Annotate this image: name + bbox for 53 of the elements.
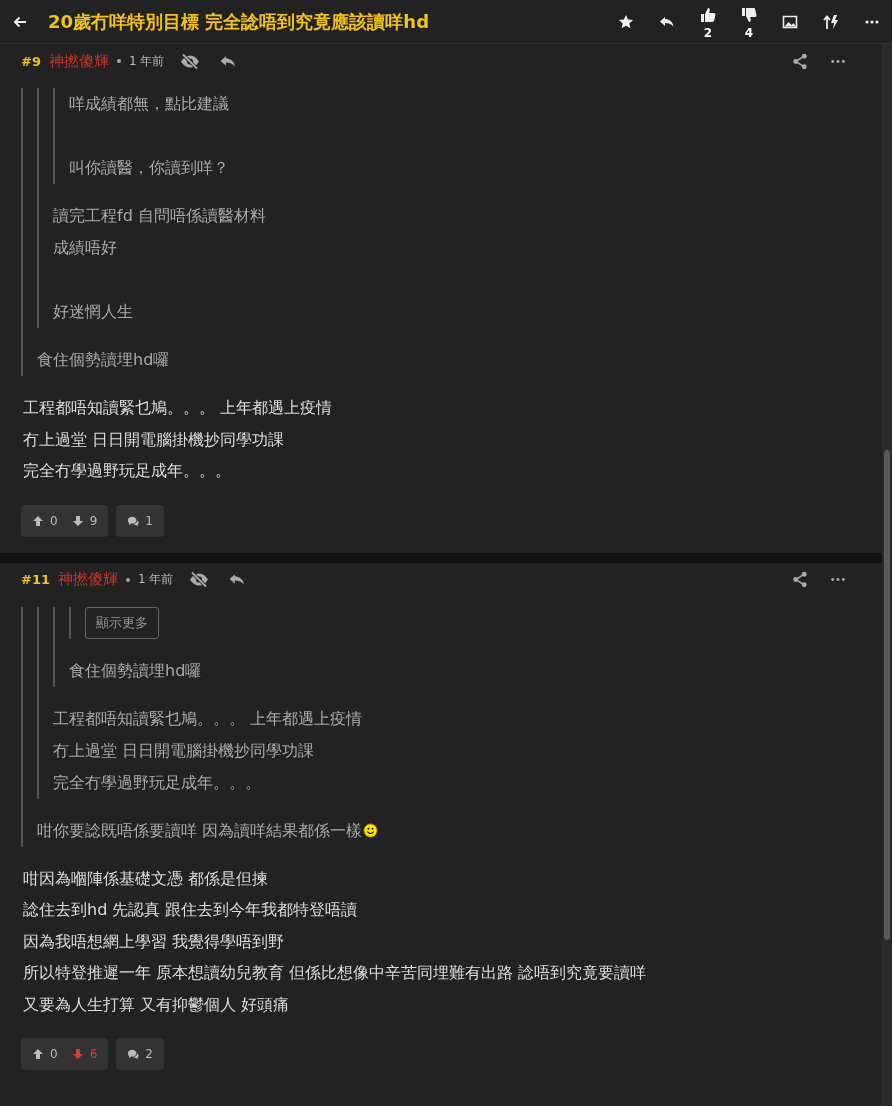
post-text: 咁因為嗰陣係基礎文憑 都係是但揀 [22,867,270,890]
share-icon[interactable] [790,52,810,70]
downvote-count: 9 [89,513,98,528]
comments-icon [127,1048,140,1060]
upvote-count: 0 [50,1047,58,1061]
quote-text: 咁你要諗既唔係要讀咩 因為讀咩結果都係一樣 [37,819,363,842]
star-icon[interactable] [618,13,634,30]
like-count: 2 [703,26,713,40]
thumbs-up-icon[interactable] [700,7,716,23]
quote-text: 完全冇學過野玩足成年。。。 [53,771,261,794]
post-time: 1 年前 [138,571,174,588]
replies-button[interactable]: 1 [116,504,164,537]
post-time: 1 年前 [128,52,165,70]
post-text: 冇上過堂 日日開電腦掛機抄同學功課 [22,428,286,451]
downvote-icon[interactable] [71,514,84,527]
quote-text: 食住個勢讀埋hd囉 [69,659,202,682]
replies-button[interactable]: 2 [116,1038,164,1070]
quote-text: 讀完工程fd 自問唔係讀醫材料 [53,205,266,227]
share-icon[interactable] [790,571,810,588]
post-text: 工程都唔知讀緊乜鳩。。。 上年都遇上疫情 [22,397,334,419]
post-text: 因為我唔想網上學習 我覺得學唔到野 [22,930,286,953]
downvote-icon[interactable] [71,1048,84,1060]
post-number: #11 [21,572,50,587]
sort-flash-icon[interactable] [823,13,839,30]
post-text: 所以特登推遲一年 原本想讀幼兒教育 但係比想像中辛苦同埋難有出路 諗唔到究竟要讀咩 [22,962,648,984]
show-more-button[interactable]: 顯示更多 [85,606,159,639]
post-text: 完全冇學過野玩足成年。。。 [22,460,232,482]
dislike-count: 4 [744,26,754,40]
quote-text: 成績唔好 [53,237,117,259]
comments-icon [127,514,140,527]
thread-title: 20歲冇咩特別目標 完全諗唔到究竟應該讀咩hd [48,9,429,34]
hide-icon[interactable] [189,571,210,588]
upvote-icon[interactable] [32,514,44,527]
quote-text: 叫你讀醫，你讀到咩？ [69,157,229,179]
upvote-icon[interactable] [32,1048,44,1060]
post-text: 諗住去到hd 先認真 跟住去到今年我都特登唔讀 [22,899,359,921]
author-name[interactable]: 神撚傻輝 [48,51,109,71]
quote-text: 冇上過堂 日日開電腦掛機抄同學功課 [53,739,315,762]
separator-dot [116,59,121,63]
thumbs-down-icon[interactable] [741,7,757,23]
image-icon[interactable] [782,13,798,30]
quote-text: 食住個勢讀埋hd囉 [37,349,170,371]
post-number: #9 [21,53,41,69]
scrollbar[interactable] [882,44,892,1106]
separator-dot [126,577,130,582]
upvote-count: 0 [50,513,58,528]
downvote-count: 6 [89,1047,98,1061]
quote-text: 好迷惘人生 [53,301,133,323]
hide-icon[interactable] [180,52,201,70]
quote-text: 工程都唔知讀緊乜鳩。。。 上年都遇上疫情 [53,707,363,730]
quote-text: 咩成績都無，點比建議 [69,93,229,115]
author-name[interactable]: 神撚傻輝 [58,570,118,589]
post-text: 又要為人生打算 又有抑鬱個人 好頭痛 [22,993,291,1016]
